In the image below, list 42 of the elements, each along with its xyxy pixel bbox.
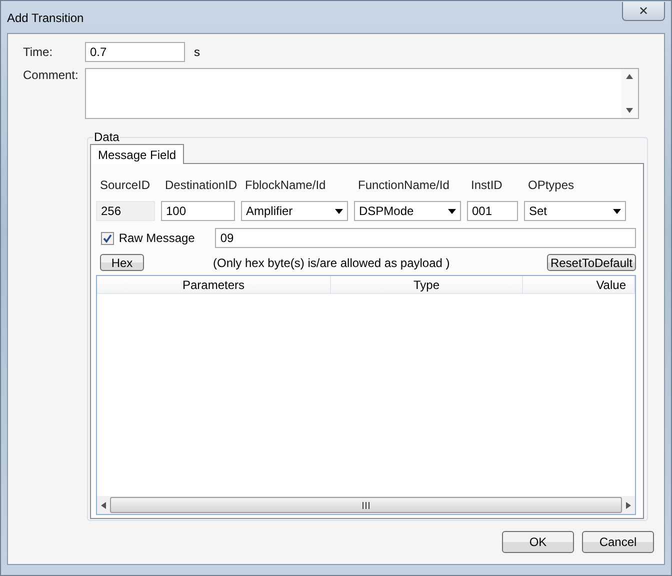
tab[interactable]: Message Field xyxy=(90,144,184,164)
scroll-left-icon[interactable] xyxy=(100,502,107,508)
group-label: Data xyxy=(93,130,120,144)
field-label: FblockName/Id xyxy=(245,178,327,192)
field-label: DestinationID xyxy=(165,178,238,192)
ok-button[interactable]: OK xyxy=(502,531,574,553)
scroll-right-icon[interactable] xyxy=(625,502,632,508)
cancel-button[interactable]: Cancel xyxy=(582,531,654,553)
dropdown[interactable]: Amplifier xyxy=(241,201,348,221)
column-header[interactable]: Parameters xyxy=(97,276,331,293)
comment-label: Comment: xyxy=(23,68,80,82)
hex-button[interactable]: Hex xyxy=(100,254,144,271)
dropdown[interactable]: DSPMode xyxy=(354,201,461,221)
scroll-down-icon[interactable] xyxy=(626,107,633,114)
scroll-up-icon[interactable] xyxy=(626,73,633,80)
raw-message-field[interactable]: 09 xyxy=(215,228,636,248)
window-title: Add Transition xyxy=(7,11,84,25)
column-header[interactable]: Type xyxy=(331,276,523,293)
dropdown-arrow-icon xyxy=(335,208,343,214)
field-label: FunctionName/Id xyxy=(358,178,450,192)
dropdown[interactable]: Set xyxy=(524,201,626,221)
dropdown-arrow-icon xyxy=(613,208,621,214)
horizontal-scrollbar[interactable] xyxy=(97,496,635,514)
comment-field[interactable] xyxy=(85,68,639,119)
field-label: OPtypes xyxy=(528,178,576,192)
grip-icon xyxy=(362,502,370,508)
column-header[interactable]: Value xyxy=(523,276,635,293)
checkbox-label: Raw Message xyxy=(118,231,196,245)
text-field[interactable]: 001 xyxy=(467,201,518,221)
time-field[interactable]: 0.7 xyxy=(85,42,185,62)
field-label: SourceID xyxy=(100,178,152,192)
vertical-scrollbar[interactable] xyxy=(621,69,638,118)
close-button[interactable]: ✕ xyxy=(622,2,665,20)
hint-text: (Only hex byte(s) is/are allowed as payload ) xyxy=(213,256,451,270)
checkbox[interactable] xyxy=(101,232,114,244)
scroll-thumb[interactable] xyxy=(110,497,622,513)
text-field[interactable]: 100 xyxy=(161,201,235,221)
time-label: Time: xyxy=(23,45,54,59)
reset-button[interactable]: ResetToDefault xyxy=(547,254,636,271)
dropdown-arrow-icon xyxy=(448,208,456,214)
field-label: InstID xyxy=(471,178,504,192)
unit-label: s xyxy=(194,45,200,59)
